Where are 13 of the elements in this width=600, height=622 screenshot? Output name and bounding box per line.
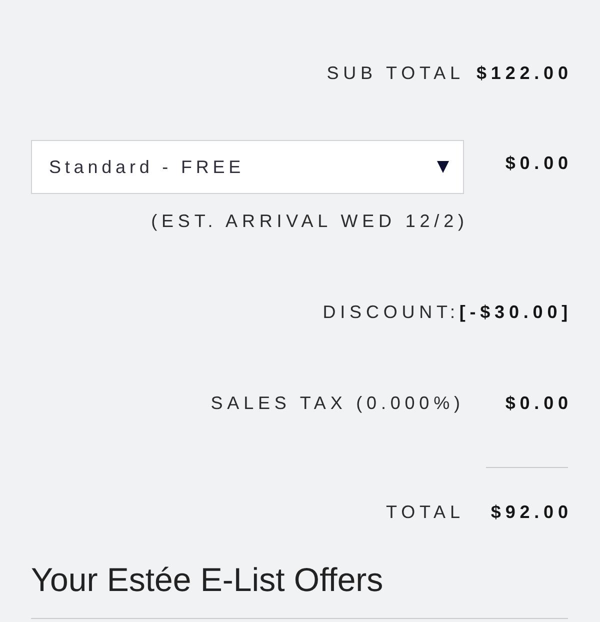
amount-label: SALES TAX (0.000%) xyxy=(210,393,464,413)
section-heading: Your Estée E-List Offers xyxy=(31,562,384,598)
discount-amount: [-$30.00] xyxy=(459,302,572,322)
caret-icon xyxy=(437,161,450,173)
discount-label: DISCOUNT: xyxy=(322,302,460,322)
amount-value: $122.00 xyxy=(476,63,572,83)
arrival-note: (EST. ARRIVAL WED 12/2) xyxy=(151,211,468,231)
shipping-dropdown[interactable]: Standard - FREE xyxy=(31,140,464,194)
amount-label: SUB TOTAL xyxy=(326,63,464,83)
total-amount: $92.00 xyxy=(490,502,572,522)
total-label: TOTAL xyxy=(386,502,464,522)
shipping-cost: $0.00 xyxy=(504,153,572,173)
amount-value: $0.00 xyxy=(504,393,572,413)
